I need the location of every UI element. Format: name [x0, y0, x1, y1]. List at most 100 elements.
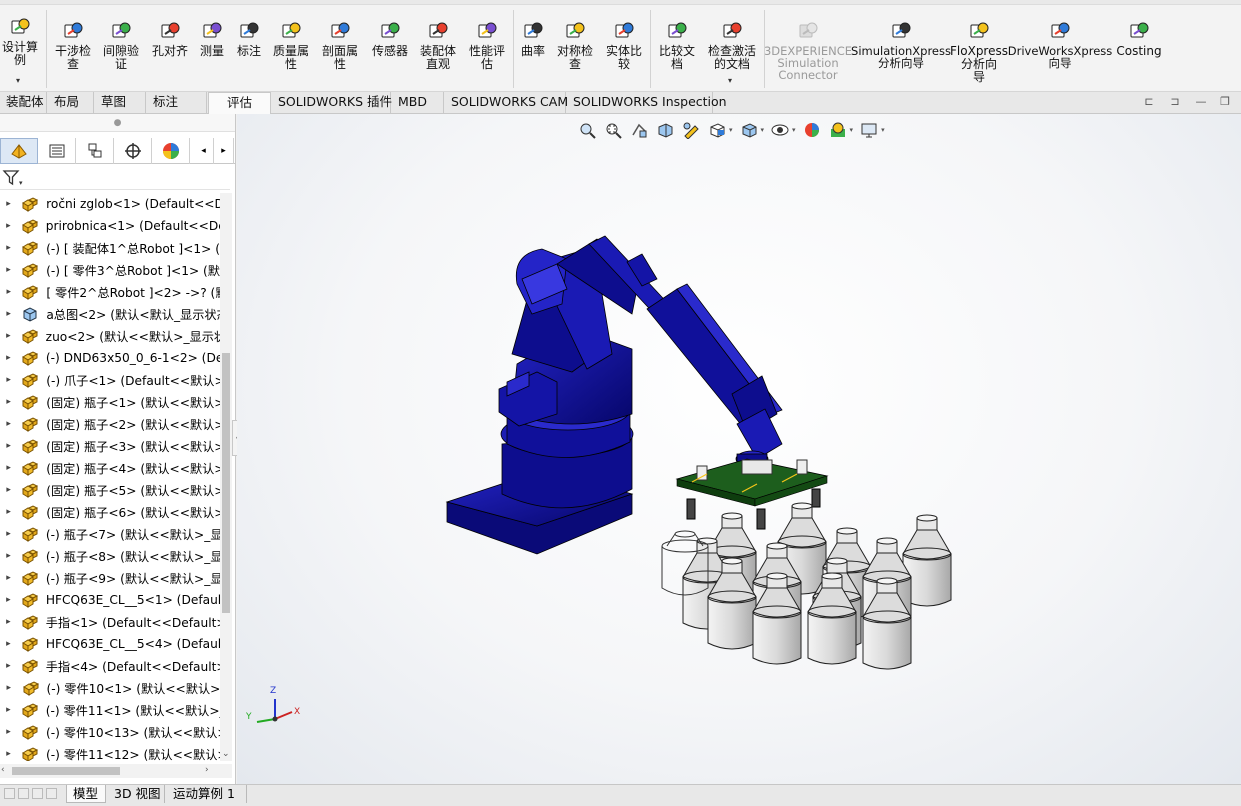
- property-manager-tab[interactable]: [38, 138, 76, 164]
- hole-align-button[interactable]: 孔对齐: [149, 20, 191, 58]
- tree-item[interactable]: ▸ HFCQ63E_CL__5<1> (Default<: [0, 589, 220, 611]
- sensor-button[interactable]: 传感器: [368, 20, 412, 58]
- assembly-visualization-button[interactable]: 装配体 直观: [416, 20, 460, 71]
- tree-item[interactable]: ▸ (-) 瓶子<8> (默认<<默认>_显示: [0, 545, 220, 567]
- vertical-scroll-thumb[interactable]: [222, 353, 230, 613]
- tree-item[interactable]: ▸ a总图<2> (默认<默认_显示状态: [0, 303, 220, 325]
- check-document-caret-icon[interactable]: ▾: [728, 76, 732, 85]
- tree-item[interactable]: ▸ [ 零件2^总Robot ]<2> ->? (默: [0, 281, 220, 303]
- tile-right-icon[interactable]: ⊐: [1168, 95, 1182, 109]
- assembly-model-view[interactable]: [237, 114, 1241, 784]
- last-tab-icon[interactable]: [46, 788, 57, 799]
- expand-icon[interactable]: ▸: [2, 683, 16, 693]
- next-tab-icon[interactable]: [32, 788, 43, 799]
- tree-item[interactable]: ▸ (-) 零件11<1> (默认<<默认>_显: [0, 699, 220, 721]
- tree-item[interactable]: ▸ (固定) 瓶子<5> (默认<<默认>_: [0, 479, 220, 501]
- tree-item[interactable]: ▸ (固定) 瓶子<6> (默认<<默认>_: [0, 501, 220, 523]
- tab-5[interactable]: SOLIDWORKS 插件: [272, 92, 392, 113]
- panel-grip[interactable]: ●: [0, 114, 235, 132]
- prev-tab-icon[interactable]: [18, 788, 29, 799]
- tab-6[interactable]: MBD: [392, 92, 444, 113]
- expand-icon[interactable]: ▸: [2, 617, 15, 627]
- tab-2[interactable]: 草图: [95, 92, 146, 113]
- markup-button[interactable]: 标注: [234, 20, 264, 58]
- tree-item[interactable]: ▸ HFCQ63E_CL__5<4> (Default<: [0, 633, 220, 655]
- expand-icon[interactable]: ▸: [2, 507, 15, 517]
- tree-item[interactable]: ▸ (固定) 瓶子<2> (默认<<默认>_: [0, 413, 220, 435]
- compare-geometry-button[interactable]: 实体比 较: [601, 20, 647, 71]
- tree-vertical-scrollbar[interactable]: ⌄: [220, 193, 232, 761]
- expand-icon[interactable]: ▸: [2, 331, 15, 341]
- expand-icon[interactable]: ▸: [2, 441, 15, 451]
- robot-arm-model[interactable]: [445, 235, 783, 555]
- costing-button[interactable]: Costing: [1115, 20, 1163, 58]
- restore-icon[interactable]: ❐: [1218, 95, 1232, 109]
- expand-icon[interactable]: ▸: [2, 573, 15, 583]
- tree-item[interactable]: ▸ zuo<2> (默认<<默认>_显示状态: [0, 325, 220, 347]
- first-tab-icon[interactable]: [4, 788, 15, 799]
- expand-icon[interactable]: ▸: [2, 353, 15, 363]
- tree-item[interactable]: ▸ 手指<1> (Default<<Default>_!: [0, 611, 220, 633]
- tab-0[interactable]: 装配体: [0, 92, 47, 113]
- tile-left-icon[interactable]: ⊏: [1142, 95, 1156, 109]
- scroll-right-icon[interactable]: ›: [205, 765, 209, 775]
- expand-icon[interactable]: ▸: [2, 265, 15, 275]
- bottom-tab-1[interactable]: 3D 视图: [108, 785, 165, 803]
- tab-4[interactable]: 评估: [208, 92, 271, 114]
- expand-icon[interactable]: ▸: [2, 727, 15, 737]
- tree-item[interactable]: ▸ (-) 瓶子<7> (默认<<默认>_显示: [0, 523, 220, 545]
- scroll-left-icon[interactable]: ‹: [1, 765, 5, 775]
- check-active-document-button[interactable]: 检查激活 的文档: [705, 20, 759, 71]
- tree-item[interactable]: ▸ 手指<4> (Default<<Default>_!: [0, 655, 220, 677]
- expand-icon[interactable]: ▸: [2, 375, 15, 385]
- tab-8[interactable]: SOLIDWORKS Inspection: [567, 92, 727, 113]
- tree-item[interactable]: ▸ (-) [ 装配体1^总Robot ]<1> (默: [0, 237, 220, 259]
- tree-item[interactable]: ▸ (-) 零件10<1> (默认<<默认>_: [0, 677, 220, 699]
- expand-icon[interactable]: ▸: [2, 529, 15, 539]
- tree-item[interactable]: ▸ (固定) 瓶子<3> (默认<<默认>_: [0, 435, 220, 457]
- bottom-tab-2[interactable]: 运动算例 1: [167, 785, 247, 803]
- expand-icon[interactable]: ▸: [2, 705, 15, 715]
- expand-icon[interactable]: ▸: [2, 485, 15, 495]
- symmetry-check-button[interactable]: 对称检 查: [553, 20, 597, 71]
- configuration-manager-tab[interactable]: [76, 138, 114, 164]
- tree-item[interactable]: ▸ (-) DND63x50_0_6-1<2> (Defa: [0, 347, 220, 369]
- bottom-tab-0[interactable]: 模型: [66, 785, 106, 803]
- panel-tab-prev[interactable]: ◂: [194, 138, 214, 164]
- minimize-icon[interactable]: —: [1194, 95, 1208, 109]
- expand-icon[interactable]: ▸: [2, 397, 15, 407]
- curvature-button[interactable]: 曲率: [518, 20, 548, 58]
- measure-button[interactable]: 测量: [197, 20, 227, 58]
- expand-icon[interactable]: ▸: [2, 595, 15, 605]
- tab-7[interactable]: SOLIDWORKS CAM: [445, 92, 568, 113]
- tree-item[interactable]: ▸ (-) 零件11<12> (默认<<默认>_: [0, 743, 220, 761]
- performance-evaluation-button[interactable]: 性能评 估: [466, 20, 508, 71]
- dimxpert-tab[interactable]: [114, 138, 152, 164]
- expand-icon[interactable]: ▸: [2, 309, 15, 319]
- display-manager-tab[interactable]: [152, 138, 190, 164]
- mass-properties-button[interactable]: 质量属 性: [270, 20, 312, 71]
- tab-3[interactable]: 标注: [147, 92, 207, 113]
- floxpress-button[interactable]: FloXpress 分析向 导: [950, 20, 1008, 84]
- tree-item[interactable]: ▸ (固定) 瓶子<1> (默认<<默认>_: [0, 391, 220, 413]
- tree-item[interactable]: ▸ prirobnica<1> (Default<<Defa: [0, 215, 220, 237]
- feature-manager-tab[interactable]: [0, 138, 38, 164]
- design-study-caret-icon[interactable]: ▾: [16, 76, 20, 85]
- clearance-verify-button[interactable]: 间隙验 证: [100, 20, 142, 71]
- tree-horizontal-scrollbar[interactable]: ‹ ›: [0, 764, 232, 778]
- expand-icon[interactable]: ▸: [2, 661, 15, 671]
- tree-item[interactable]: ▸ (-) 瓶子<9> (默认<<默认>_显示: [0, 567, 220, 589]
- section-properties-button[interactable]: 剖面属 性: [319, 20, 361, 71]
- horizontal-scroll-thumb[interactable]: [12, 767, 120, 775]
- interference-check-button[interactable]: 干涉检 查: [52, 20, 94, 71]
- tree-filter-bar[interactable]: ▾: [0, 166, 230, 190]
- tab-1[interactable]: 布局: [48, 92, 94, 113]
- bottles-group[interactable]: [682, 502, 952, 670]
- scroll-down-icon[interactable]: ⌄: [222, 749, 230, 759]
- design-study-button[interactable]: 设计算 例: [0, 16, 40, 67]
- tree-item[interactable]: ▸ (固定) 瓶子<4> (默认<<默认>_: [0, 457, 220, 479]
- driveworksxpress-button[interactable]: DriveWorksXpress 向导: [1008, 20, 1112, 69]
- expand-icon[interactable]: ▸: [2, 551, 15, 561]
- 3dexperience-simulation-button[interactable]: 3DEXPERIENCE Simulation Connector: [764, 20, 852, 81]
- tree-item[interactable]: ▸ (-) 爪子<1> (Default<<默认>_: [0, 369, 220, 391]
